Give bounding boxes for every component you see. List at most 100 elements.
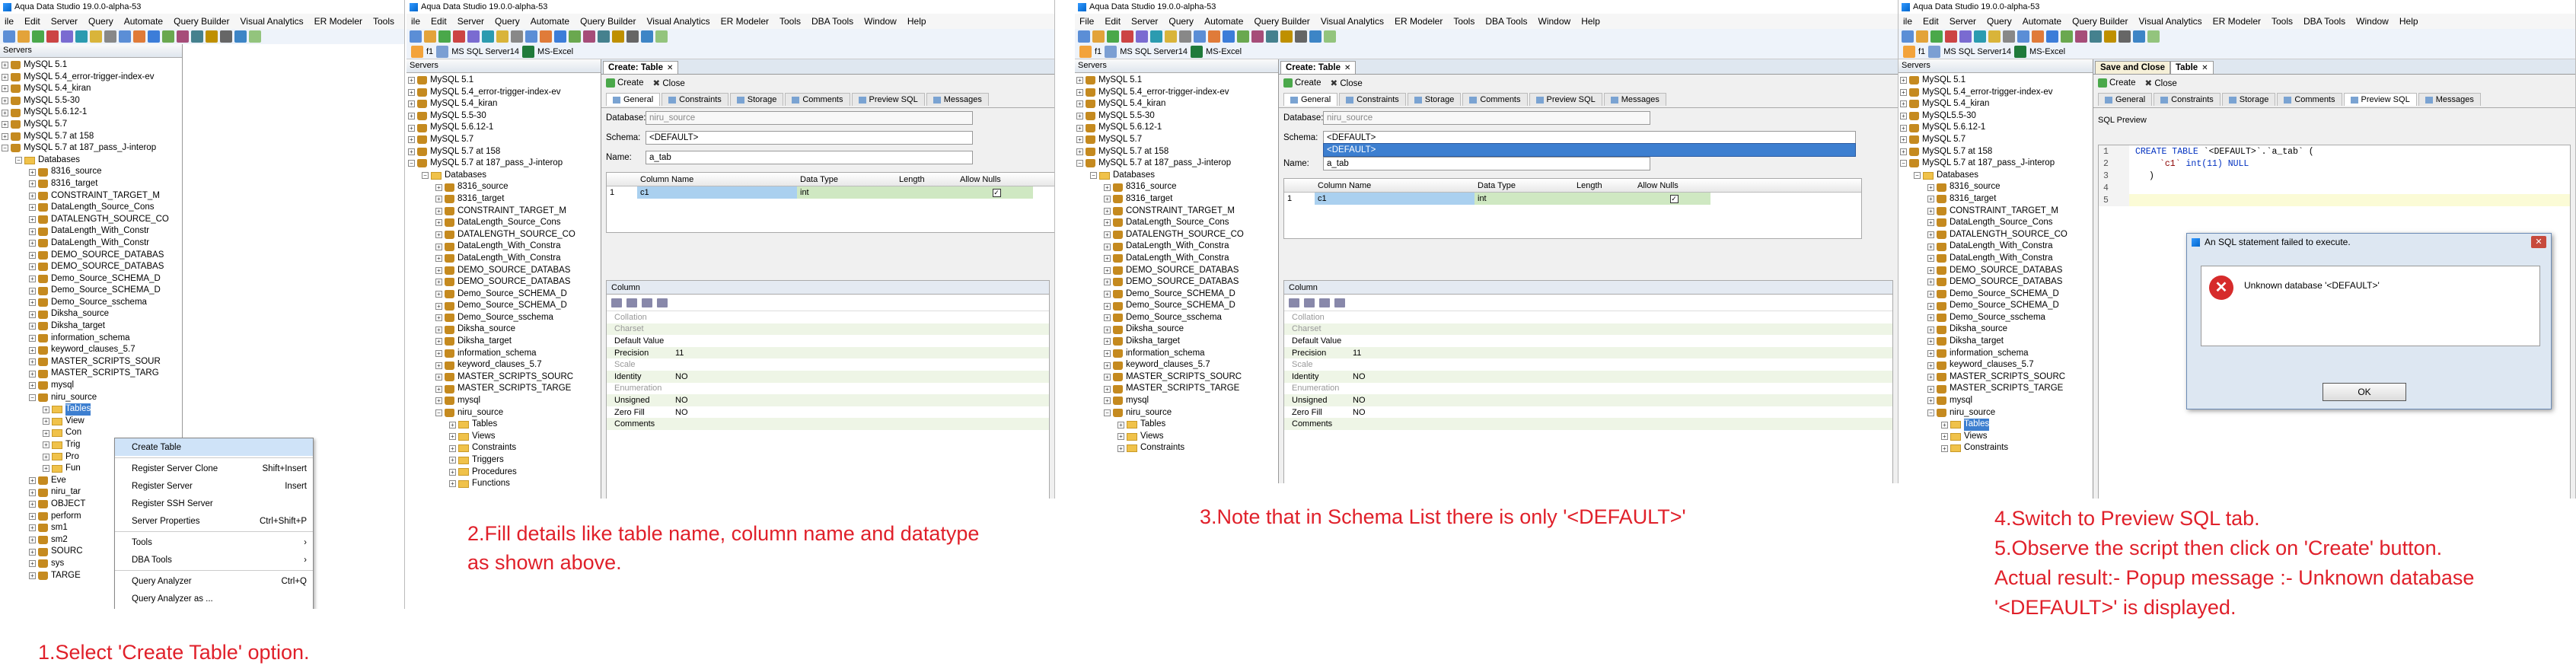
menu-item[interactable]: Query Builder xyxy=(174,16,229,27)
toolbar-button-icon[interactable] xyxy=(75,30,88,43)
subtab[interactable]: Preview SQL xyxy=(851,93,925,106)
toolbar-button-icon[interactable] xyxy=(1902,30,1914,43)
menu-item[interactable]: DBA Tools xyxy=(811,16,853,27)
toolbar-button-icon[interactable] xyxy=(1208,30,1220,43)
sqlserver-icon[interactable] xyxy=(1928,46,1941,58)
tree-node[interactable]: + DEMO_SOURCE_DATABAS xyxy=(406,265,601,277)
context-menu-item[interactable]: Query Analyzer as ... xyxy=(115,590,313,607)
menu-item[interactable]: Visual Analytics xyxy=(240,16,303,27)
expand-icon[interactable]: + xyxy=(1927,338,1934,346)
expand-icon[interactable]: + xyxy=(43,418,49,425)
column-tab[interactable]: Column xyxy=(607,281,1049,295)
tree-node[interactable]: + DEMO_SOURCE_DATABAS xyxy=(1899,265,2093,277)
toolbar-button-icon[interactable] xyxy=(3,30,15,43)
menu-item[interactable]: Query Builder xyxy=(1254,16,1309,27)
expand-icon[interactable]: + xyxy=(29,204,36,212)
subtab[interactable]: Constraints xyxy=(1339,93,1406,106)
menu-item[interactable]: Query xyxy=(1168,16,1194,27)
tree-node[interactable]: + DataLength_Source_Cons xyxy=(406,217,601,229)
tree-node[interactable]: + Triggers xyxy=(406,454,601,467)
property-row[interactable]: Scale xyxy=(1284,358,1892,371)
tree-node[interactable]: + MASTER_SCRIPTS_TARGE xyxy=(1899,383,2093,395)
expand-icon[interactable]: + xyxy=(1117,444,1124,452)
subtab[interactable]: Storage xyxy=(729,93,784,106)
tree-node[interactable]: + DataLength_Source_Cons xyxy=(0,202,182,214)
expand-icon[interactable]: + xyxy=(1927,279,1934,286)
menu-item[interactable]: Help xyxy=(1581,16,1600,27)
tree-node[interactable]: +8316_source xyxy=(0,166,182,178)
menu-item[interactable]: DBA Tools xyxy=(2303,16,2345,27)
property-row[interactable]: Enumeration xyxy=(1284,383,1892,395)
tree-node[interactable]: + DATALENGTH_SOURCE_CO xyxy=(1899,229,2093,241)
toolbar-button-icon[interactable] xyxy=(410,30,422,43)
menu-item[interactable]: Window xyxy=(1538,16,1571,27)
expand-icon[interactable]: + xyxy=(435,314,442,322)
toolbar-button-icon[interactable] xyxy=(162,30,174,43)
toolbar-button-icon[interactable] xyxy=(583,30,595,43)
toolbar-button-icon[interactable] xyxy=(148,30,160,43)
expand-icon[interactable]: + xyxy=(29,180,36,188)
expand-icon[interactable]: + xyxy=(1927,219,1934,227)
toolbar-button-icon[interactable] xyxy=(2032,30,2044,43)
tree-node[interactable]: + DEMO_SOURCE_DATABAS xyxy=(406,276,601,288)
toolbar-button-icon[interactable] xyxy=(540,30,552,43)
tree-node[interactable]: + DataLength_Source_Cons xyxy=(1075,217,1278,229)
menu-item[interactable]: Server xyxy=(1950,16,1976,27)
expand-icon[interactable]: + xyxy=(435,266,442,274)
expand-icon[interactable]: + xyxy=(1900,88,1907,96)
subtab[interactable]: Messages xyxy=(926,93,989,106)
tree-node[interactable]: + Diksha_target xyxy=(406,336,601,348)
tree-node[interactable]: + information_schema xyxy=(406,348,601,360)
close-icon[interactable]: ✕ xyxy=(667,64,673,72)
sort-icon[interactable] xyxy=(611,298,622,307)
expand-icon[interactable]: + xyxy=(408,124,415,132)
collapse-icon[interactable]: − xyxy=(1076,160,1083,167)
tree-node[interactable]: − niru_source xyxy=(0,392,182,404)
subtab[interactable]: Preview SQL xyxy=(2343,93,2417,106)
tree-node[interactable]: + Procedures xyxy=(406,467,601,479)
tree-node[interactable]: + CONSTRAINT_TARGET_M xyxy=(406,205,601,218)
property-row[interactable]: Collation xyxy=(1284,311,1892,323)
expand-icon[interactable]: + xyxy=(29,370,36,378)
expand-icon[interactable]: + xyxy=(1927,196,1934,203)
tree-node[interactable]: − MySQL 5.7 at 187_pass_J-interop xyxy=(1075,158,1278,170)
expand-icon[interactable]: + xyxy=(449,421,456,428)
schema-dropdown-option[interactable]: <DEFAULT> xyxy=(1323,143,1856,157)
subtab[interactable]: Preview SQL xyxy=(1529,93,1602,106)
expand-icon[interactable]: + xyxy=(1117,421,1124,428)
expand-icon[interactable]: + xyxy=(1104,362,1111,369)
property-row[interactable]: Charset xyxy=(607,323,1049,336)
context-menu-item[interactable]: Register SSH Server xyxy=(115,495,313,512)
menu-item[interactable]: Automate xyxy=(531,16,569,27)
context-menu-item[interactable]: Create Table xyxy=(115,438,313,456)
menu-item[interactable]: ER Modeler xyxy=(721,16,769,27)
context-menu-item[interactable]: DBA Tools › xyxy=(115,551,313,569)
menu-item[interactable]: Edit xyxy=(431,16,447,27)
expand-icon[interactable]: + xyxy=(408,88,415,96)
expand-icon[interactable]: + xyxy=(408,113,415,120)
toolbar-button-icon[interactable] xyxy=(2090,30,2102,43)
tree-node[interactable]: − Databases xyxy=(1075,170,1278,182)
expand-icon[interactable]: + xyxy=(1104,302,1111,310)
menu-item[interactable]: Help xyxy=(2399,16,2418,27)
expand-icon[interactable]: + xyxy=(435,279,442,286)
menu-item[interactable]: Window xyxy=(2356,16,2389,27)
expand-icon[interactable]: + xyxy=(2,62,8,69)
expand-icon[interactable]: + xyxy=(1927,385,1934,393)
toolbar-button-icon[interactable] xyxy=(496,30,509,43)
tree-node[interactable]: + MySQL 5.7 xyxy=(1899,134,2093,146)
expand-icon[interactable]: + xyxy=(2,85,8,93)
collapse-icon[interactable]: − xyxy=(29,393,36,401)
menu-item[interactable]: Query Builder xyxy=(580,16,636,27)
expand-icon[interactable]: + xyxy=(1927,231,1934,239)
expand-all-icon[interactable] xyxy=(1334,298,1345,307)
expand-icon[interactable]: + xyxy=(2,97,8,105)
tree-node[interactable]: + MySQL 5.7 xyxy=(406,134,601,146)
toolbar-button-icon[interactable] xyxy=(569,30,581,43)
expand-icon[interactable]: + xyxy=(1104,243,1111,250)
subtab[interactable]: Comments xyxy=(2277,93,2342,106)
context-menu-item[interactable]: Tools › xyxy=(115,534,313,551)
property-row[interactable]: Collation xyxy=(607,311,1049,323)
expand-icon[interactable]: + xyxy=(1076,88,1083,96)
excel-icon[interactable] xyxy=(2014,46,2027,58)
